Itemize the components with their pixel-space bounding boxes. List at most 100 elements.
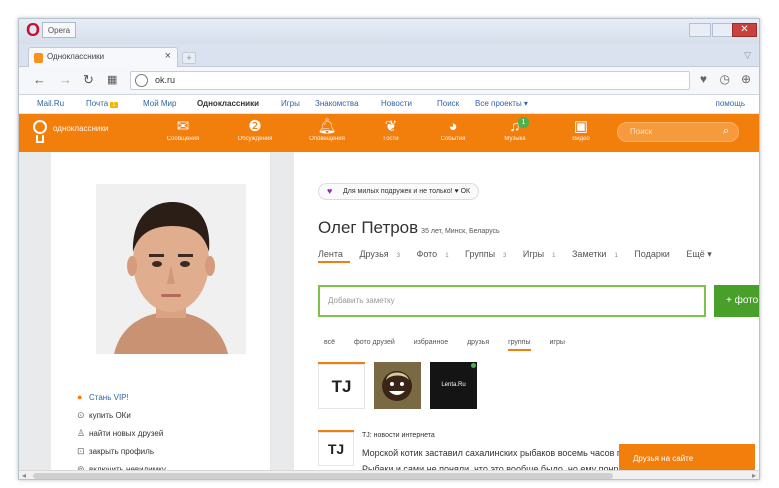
heart-icon: ♥ <box>327 186 333 196</box>
music-note-icon: ♫ <box>509 118 521 135</box>
close-tab-icon[interactable]: × <box>165 50 171 62</box>
video-camera-icon: ▣ <box>573 118 589 135</box>
promo-text: Для милых подружек и не только! ♥ ОК <box>343 188 471 195</box>
nav-events[interactable]: ◕ События <box>427 118 479 143</box>
page-content: ● Стань VIP! ⊙ купить ОКи ♙ найти новых дру… <box>19 152 759 474</box>
nav-guests[interactable]: ❦ Гости <box>365 118 417 143</box>
post-group-logo[interactable]: TJ <box>318 430 354 466</box>
filter-groups[interactable]: группы <box>508 339 531 351</box>
filter-friends[interactable]: друзья <box>467 339 489 346</box>
opera-menu-button[interactable]: Opera <box>42 22 76 38</box>
menu-item-find-friends[interactable]: ♙ найти новых друзей <box>77 428 166 446</box>
back-arrow-icon[interactable]: ← <box>33 72 46 88</box>
horizontal-scrollbar[interactable]: ◂ ▸ <box>19 470 759 479</box>
reload-icon[interactable]: ↻ <box>83 72 94 88</box>
feed-filters: всё фото друзей избранное друзья группы … <box>324 339 582 351</box>
portal-link-all-projects[interactable]: Все проекты ▾ <box>475 99 528 108</box>
filter-games[interactable]: игры <box>550 339 565 346</box>
menu-item-buy-oks[interactable]: ⊙ купить ОКи <box>77 410 166 428</box>
address-bar: ← → ↻ ▦ ok.ru ♥ ◷ ⊕ <box>19 67 759 95</box>
tab-games[interactable]: Игры 1 <box>523 249 563 259</box>
profile-name: Олег Петров <box>318 218 419 237</box>
clock-icon[interactable]: ◷ <box>720 72 730 86</box>
nav-video[interactable]: ▣ Видео <box>555 118 607 143</box>
post-source[interactable]: TJ: новости интернета <box>362 432 435 439</box>
group-lenta[interactable]: Lenta.Ru <box>430 362 477 409</box>
group-smile-photo[interactable] <box>374 362 421 409</box>
portal-link-mailru[interactable]: Mail.Ru <box>37 99 64 108</box>
portal-link-news[interactable]: Новости <box>381 99 412 108</box>
heart-icon[interactable]: ♥ <box>700 72 707 86</box>
add-note-input[interactable]: Добавить заметку <box>318 285 706 317</box>
nav-discussions[interactable]: ❷ Обсуждения <box>229 118 281 143</box>
tab-photos[interactable]: Фото 1 <box>417 249 456 259</box>
menu-item-close-profile[interactable]: ⊡ закрыть профиль <box>77 446 166 464</box>
scroll-right-icon[interactable]: ▸ <box>752 471 756 479</box>
ok-logo-icon <box>33 120 47 134</box>
tab-feed[interactable]: Лента <box>318 249 350 263</box>
profile-meta: 35 лет, Минск, Беларусь <box>421 228 500 235</box>
bell-icon: 🔔︎ <box>317 118 337 135</box>
tab-strip: Одноклассники × + ▽ <box>19 44 759 67</box>
tab-title: Одноклассники <box>47 52 105 61</box>
maximize-button[interactable] <box>712 23 734 37</box>
portal-link-search[interactable]: Поиск <box>437 99 459 108</box>
speed-dial-icon[interactable]: ▦ <box>107 72 117 88</box>
avatar[interactable] <box>96 184 246 354</box>
tab-gifts[interactable]: Подарки <box>634 249 677 259</box>
globe-icon <box>135 74 148 87</box>
portal-link-dating[interactable]: Знакомства <box>315 99 359 108</box>
new-tab-button[interactable]: + <box>182 52 196 64</box>
profile-tabs: Лента Друзья 3 Фото 1 Группы 3 Игры 1 Заметк… <box>318 249 726 263</box>
nav-notifications[interactable]: 🔔︎ Оповещения <box>301 118 353 143</box>
nav-messages[interactable]: ✉ Сообщения <box>157 118 209 143</box>
nav-music[interactable]: ♫ Музыка 1 <box>489 117 541 143</box>
filter-favorites[interactable]: избранное <box>414 339 448 346</box>
ok-search-input[interactable]: Поиск ⌕ <box>617 122 739 142</box>
add-photo-button[interactable]: + фото <box>714 285 759 317</box>
coin-icon: ⊙ <box>77 410 85 420</box>
profile-name-line: Олег Петров 35 лет, Минск, Беларусь <box>318 218 500 238</box>
promo-banner[interactable]: ♥ Для милых подружек и не только! ♥ ОК <box>318 183 480 200</box>
mail-count-badge: 1 <box>110 102 118 108</box>
profile-main: ♥ Для милых подружек и не только! ♥ ОК О… <box>294 152 759 474</box>
person-icon: ♙ <box>77 428 86 438</box>
avatar-photo <box>96 184 246 354</box>
filter-all[interactable]: всё <box>324 339 335 346</box>
tab-notes[interactable]: Заметки 1 <box>572 249 625 259</box>
envelope-icon: ✉ <box>176 118 190 135</box>
profile-sidebar: ● Стань VIP! ⊙ купить ОКи ♙ найти новых дру… <box>51 152 271 474</box>
tab-friends[interactable]: Друзья 3 <box>359 249 407 259</box>
close-window-button[interactable]: ✕ <box>732 23 757 37</box>
online-indicator <box>471 363 476 368</box>
group-tj[interactable]: TJ <box>318 362 365 409</box>
browser-window: O Opera ✕ Одноклассники × + ▽ ← → ↻ ▦ ok… <box>18 18 760 480</box>
music-notification-badge: 1 <box>518 117 529 128</box>
portal-link-help[interactable]: помощь <box>716 99 745 108</box>
portal-link-mail-label: Почта <box>86 99 109 108</box>
tab-groups[interactable]: Группы 3 <box>465 249 513 259</box>
url-field[interactable]: ok.ru <box>130 71 690 90</box>
portal-link-ok[interactable]: Одноклассники <box>197 99 259 108</box>
ok-brand-text: одноклассники <box>53 124 109 133</box>
minimize-button[interactable] <box>689 23 711 37</box>
tab-menu-icon[interactable]: ▽ <box>744 50 751 61</box>
scroll-left-icon[interactable]: ◂ <box>22 471 26 479</box>
tab-odnoklassniki[interactable]: Одноклассники × <box>28 47 178 67</box>
portal-link-myworld[interactable]: Мой Мир <box>143 99 176 108</box>
events-icon: ◕ <box>448 118 458 135</box>
portal-link-mail[interactable]: Почта 1 <box>86 99 118 108</box>
discussions-icon: ❷ <box>248 118 262 135</box>
portal-link-games[interactable]: Игры <box>281 99 300 108</box>
vip-icon: ● <box>77 392 83 402</box>
title-bar: O Opera ✕ <box>19 19 759 44</box>
ok-favicon-icon <box>34 53 43 63</box>
tab-more[interactable]: Ещё ▾ <box>686 249 718 259</box>
forward-arrow-icon[interactable]: → <box>59 72 72 88</box>
menu-item-vip[interactable]: ● Стань VIP! <box>77 392 166 410</box>
download-icon[interactable]: ⊕ <box>741 72 751 86</box>
screenshot: O Opera ✕ Одноклассники × + ▽ ← → ↻ ▦ ok… <box>0 0 779 488</box>
scrollbar-thumb[interactable] <box>33 473 613 479</box>
filter-friends-photos[interactable]: фото друзей <box>354 339 395 346</box>
note-placeholder: Добавить заметку <box>328 296 395 305</box>
